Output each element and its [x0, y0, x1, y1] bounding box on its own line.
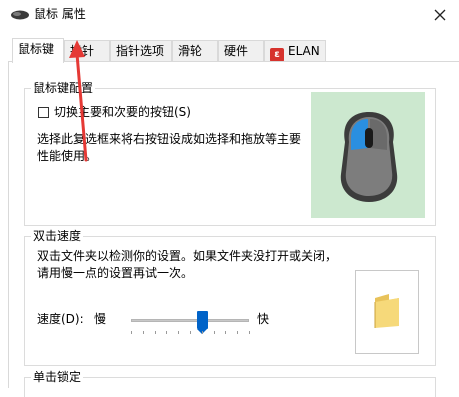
tab-buttons[interactable]: 鼠标键	[12, 38, 64, 63]
tab-label: 鼠标键	[18, 42, 55, 56]
annotation-arrow-head	[69, 40, 85, 58]
annotation-arrow	[69, 40, 88, 162]
annotation-arrow-shaft	[75, 52, 88, 162]
